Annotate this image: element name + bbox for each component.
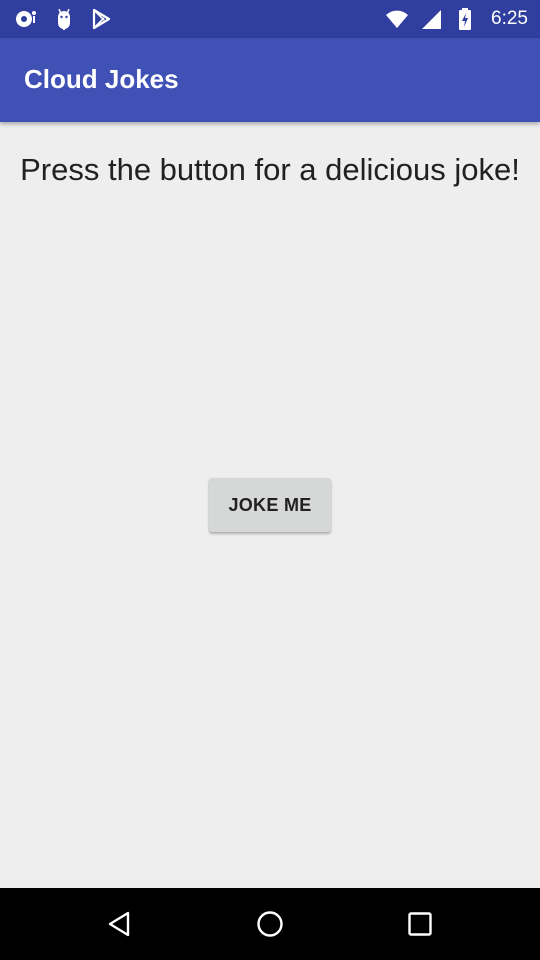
- battery-icon: [459, 8, 472, 30]
- status-bar: 6:25: [0, 0, 540, 38]
- recent-apps-icon[interactable]: [406, 910, 434, 938]
- play-store-icon: [92, 8, 111, 30]
- navigation-bar: [0, 888, 540, 960]
- app-title: Cloud Jokes: [24, 64, 179, 94]
- status-right-icons: 6:25: [385, 7, 528, 31]
- android-icon: [58, 8, 70, 30]
- app-bar: Cloud Jokes: [0, 38, 540, 122]
- wifi-icon: [386, 10, 409, 28]
- joke-me-button[interactable]: JOKE ME: [209, 478, 331, 532]
- instructions-text: Press the button for a delicious joke!: [20, 152, 520, 187]
- back-icon[interactable]: [106, 910, 134, 938]
- status-time: 6:25: [491, 8, 528, 29]
- home-icon[interactable]: [256, 910, 284, 938]
- main-content: Press the button for a delicious joke! J…: [0, 122, 540, 888]
- screen: 6:25 Cloud Jokes Press the button for a …: [0, 0, 540, 960]
- signal-icon: [420, 8, 442, 30]
- notification-dot-icon: [16, 11, 36, 27]
- status-left-icons: [14, 7, 114, 31]
